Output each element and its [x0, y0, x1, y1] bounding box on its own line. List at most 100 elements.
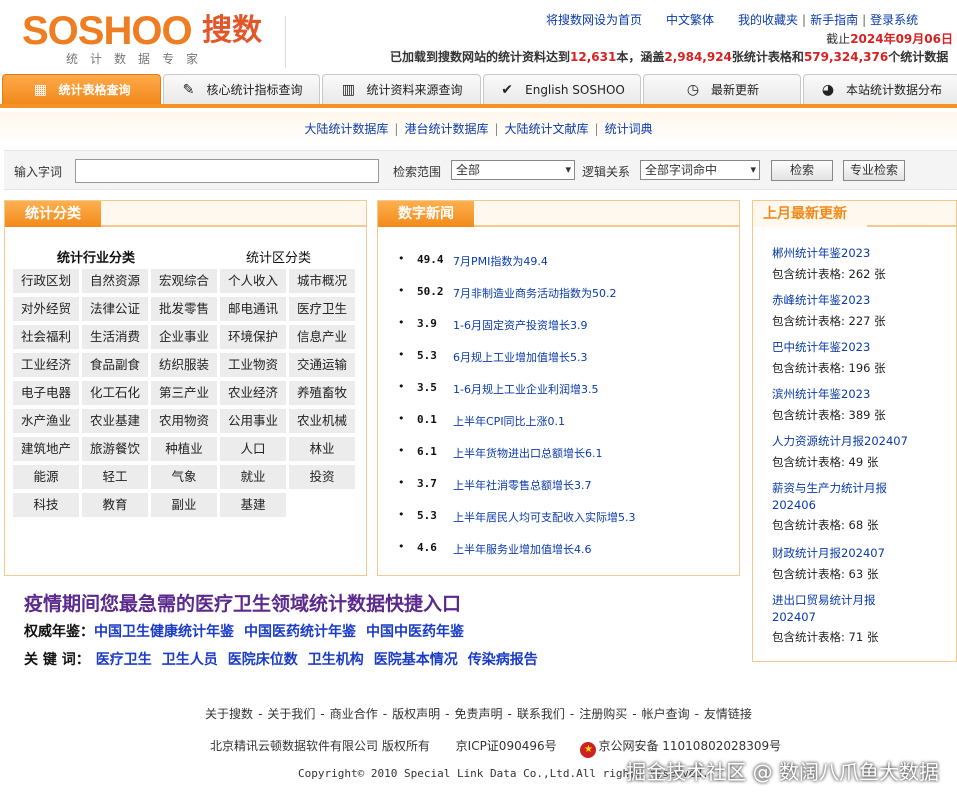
soshoo-logo[interactable]: SOSHOO 搜数 统计数据专家: [22, 8, 286, 68]
footer-link[interactable]: 注册购买: [579, 707, 627, 721]
category-item[interactable]: 生活消费: [82, 325, 148, 349]
category-item[interactable]: 农业经济: [220, 381, 286, 405]
last-month-title[interactable]: 巴中统计年鉴2023: [772, 339, 886, 355]
category-item[interactable]: 就业: [220, 465, 286, 489]
yearbook-link[interactable]: 中国卫生健康统计年鉴: [94, 624, 234, 640]
top-link[interactable]: 中文繁体: [666, 13, 714, 27]
category-item[interactable]: 轻工: [82, 465, 148, 489]
category-item[interactable]: 个人收入: [220, 269, 286, 293]
last-month-title[interactable]: 滨州统计年鉴2023: [772, 386, 886, 402]
footer-link[interactable]: 关于搜数: [205, 707, 253, 721]
last-month-title[interactable]: 进出口贸易统计月报: [772, 592, 878, 608]
category-item[interactable]: 养殖畜牧: [289, 381, 355, 405]
category-item[interactable]: 医疗卫生: [289, 297, 355, 321]
category-item[interactable]: 交通运输: [289, 353, 355, 377]
category-item[interactable]: 法律公证: [82, 297, 148, 321]
category-item[interactable]: 第三产业: [151, 381, 217, 405]
category-item[interactable]: 行政区划: [13, 269, 79, 293]
keyword-link[interactable]: 传染病报告: [468, 652, 538, 668]
industry-category-heading[interactable]: 统计行业分类: [57, 247, 135, 266]
last-month-title[interactable]: 郴州统计年鉴2023: [772, 245, 886, 261]
category-item[interactable]: 投资: [289, 465, 355, 489]
category-item[interactable]: 水产渔业: [13, 409, 79, 433]
category-item[interactable]: 农业机械: [289, 409, 355, 433]
logic-select[interactable]: 全部字词命中 ▾: [640, 160, 760, 180]
last-month-title[interactable]: 赤峰统计年鉴2023: [772, 292, 886, 308]
category-item[interactable]: 公用事业: [220, 409, 286, 433]
category-item[interactable]: 对外经贸: [13, 297, 79, 321]
tab-5[interactable]: ◷ 最新更新: [643, 74, 801, 104]
subnav-link[interactable]: 大陆统计文献库: [505, 122, 589, 136]
yearbook-link[interactable]: 中国医药统计年鉴: [244, 624, 356, 640]
category-item[interactable]: 纺织服装: [151, 353, 217, 377]
category-item[interactable]: 旅游餐饮: [82, 437, 148, 461]
police-record[interactable]: ★ 京公网安备 11010802028309号: [580, 739, 781, 758]
search-button[interactable]: 检索: [771, 160, 833, 181]
subnav-link[interactable]: 统计词典: [605, 122, 653, 136]
category-item[interactable]: 环境保护: [220, 325, 286, 349]
keyword-link[interactable]: 卫生人员: [162, 652, 218, 668]
footer-link[interactable]: 商业合作: [330, 707, 378, 721]
tab-6[interactable]: ◕ 本站统计数据分布: [803, 74, 957, 104]
tab-3[interactable]: ▥ 统计资料来源查询: [322, 74, 481, 104]
last-month-title[interactable]: 人力资源统计月报202407: [772, 433, 908, 449]
category-item[interactable]: 副业: [151, 493, 217, 517]
category-item[interactable]: 科技: [13, 493, 79, 517]
category-item[interactable]: 农用物资: [151, 409, 217, 433]
category-item[interactable]: 工业经济: [13, 353, 79, 377]
category-item[interactable]: 工业物资: [220, 353, 286, 377]
category-item[interactable]: 气象: [151, 465, 217, 489]
category-item[interactable]: 企业事业: [151, 325, 217, 349]
top-link[interactable]: 将搜数网设为首页: [546, 13, 642, 27]
category-item[interactable]: 邮电通讯: [220, 297, 286, 321]
tab-1[interactable]: ▦ 统计表格查询: [2, 74, 161, 104]
last-month-title-cont[interactable]: 202407: [772, 610, 878, 624]
keyword-link[interactable]: 医院床位数: [228, 652, 298, 668]
keyword-link[interactable]: 卫生机构: [308, 652, 364, 668]
icp-number[interactable]: 京ICP证090496号: [456, 739, 557, 753]
subnav-link[interactable]: 大陆统计数据库: [304, 122, 388, 136]
category-item[interactable]: 种植业: [151, 437, 217, 461]
tab-4[interactable]: ✔ English SOSHOO: [483, 74, 641, 104]
category-item[interactable]: 食品副食: [82, 353, 148, 377]
region-category-heading[interactable]: 统计区分类: [246, 247, 311, 266]
category-item[interactable]: 化工石化: [82, 381, 148, 405]
category-item[interactable]: 建筑地产: [13, 437, 79, 461]
last-month-title[interactable]: 薪资与生产力统计月报: [772, 480, 887, 496]
category-item[interactable]: 自然资源: [82, 269, 148, 293]
tab-2[interactable]: ✎ 核心统计指标查询: [163, 74, 320, 104]
category-item[interactable]: 社会福利: [13, 325, 79, 349]
top-link[interactable]: 登录系统: [870, 13, 918, 27]
bullet: •: [398, 348, 405, 361]
footer-link[interactable]: 关于我们: [267, 707, 315, 721]
category-item[interactable]: 人口: [220, 437, 286, 461]
category-item[interactable]: 电子电器: [13, 381, 79, 405]
news-number: 49.4: [417, 253, 444, 266]
category-item[interactable]: 基建: [220, 493, 286, 517]
footer-link[interactable]: 免责声明: [454, 707, 502, 721]
category-item[interactable]: 城市概况: [289, 269, 355, 293]
last-month-title[interactable]: 财政统计月报202407: [772, 545, 885, 561]
footer-link[interactable]: 联系我们: [517, 707, 565, 721]
footer-link[interactable]: 版权声明: [392, 707, 440, 721]
category-item[interactable]: 教育: [82, 493, 148, 517]
last-month-title-cont[interactable]: 202406: [772, 498, 887, 512]
subnav-link[interactable]: 港台统计数据库: [404, 122, 488, 136]
top-link[interactable]: 新手指南: [810, 13, 858, 27]
category-item[interactable]: 林业: [289, 437, 355, 461]
top-link[interactable]: 我的收藏夹: [738, 13, 798, 27]
keyword-link[interactable]: 医疗卫生: [96, 652, 152, 668]
news-number: 5.3: [417, 509, 437, 522]
category-item[interactable]: 批发零售: [151, 297, 217, 321]
yearbook-link[interactable]: 中国中医药年鉴: [366, 624, 464, 640]
advanced-search-button[interactable]: 专业检索: [843, 160, 905, 181]
footer-link[interactable]: 帐户查询: [642, 707, 690, 721]
category-item[interactable]: 农业基建: [82, 409, 148, 433]
scope-select[interactable]: 全部 ▾: [451, 160, 575, 180]
keyword-input[interactable]: [75, 159, 379, 183]
category-item[interactable]: 宏观综合: [151, 269, 217, 293]
footer-link[interactable]: 友情链接: [704, 707, 752, 721]
keyword-link[interactable]: 医院基本情况: [374, 652, 458, 668]
category-item[interactable]: 信息产业: [289, 325, 355, 349]
category-item[interactable]: 能源: [13, 465, 79, 489]
